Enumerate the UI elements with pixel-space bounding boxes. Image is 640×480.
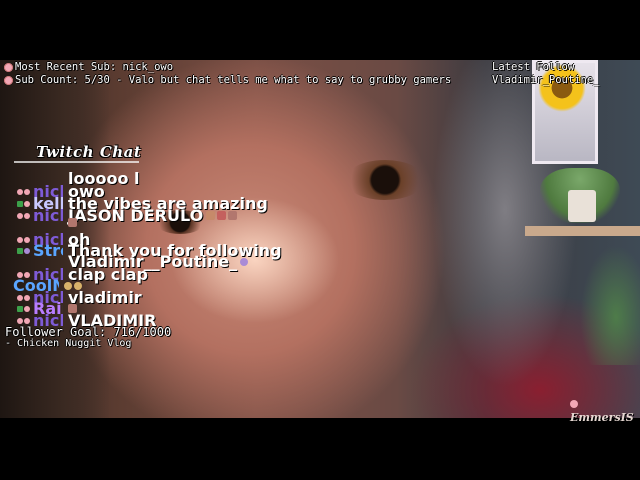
emote-icon [228, 211, 238, 220]
shelf [525, 226, 640, 236]
plant-large [580, 245, 640, 365]
watermark-text: EmmersIS [570, 411, 634, 424]
latest-follower-name: Vladimir_Poutine_ [492, 74, 600, 86]
emote-icon [206, 211, 216, 220]
pig-icon [4, 63, 13, 72]
chat-title-underline [14, 161, 139, 163]
chat-message [2, 218, 77, 227]
pig-icon [570, 400, 578, 408]
emote-icon [240, 257, 249, 266]
sub-count-text: Sub Count: 5/30 - Valo but chat tells me… [15, 74, 452, 86]
pig-badge-icon [24, 317, 30, 324]
sub-info-panel: Most Recent Sub: nick_owo Sub Count: 5/3… [4, 61, 451, 87]
chat-text: vladimir [68, 288, 142, 307]
follower-goal-subtitle: - Chicken Nuggit Vlog [5, 338, 132, 349]
latest-follower-panel: Latest Follow Vladimir_Poutine_ [492, 61, 599, 87]
latest-follower-label: Latest Follow [492, 61, 575, 73]
emote-icon [217, 211, 227, 220]
recent-sub-text: Most Recent Sub: nick_owo [15, 61, 174, 73]
chat-text: JASON DERULO [68, 206, 204, 225]
eye-right [345, 160, 425, 200]
channel-watermark: EmmersIS [570, 398, 640, 424]
webcam-feed [0, 60, 640, 418]
plant-pot [568, 190, 596, 222]
emote-icon [68, 218, 77, 227]
pig-badge-icon [17, 317, 23, 324]
chat-title: Twitch Chat [36, 143, 142, 161]
pig-icon [4, 76, 13, 85]
